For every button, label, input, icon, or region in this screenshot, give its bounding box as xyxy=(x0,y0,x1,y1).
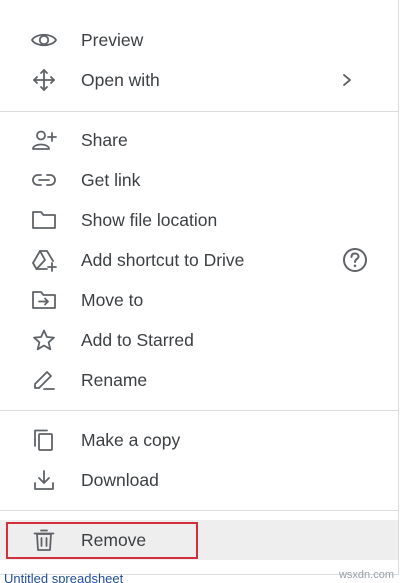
help-icon[interactable] xyxy=(342,247,368,273)
pencil-icon xyxy=(30,368,58,392)
menu-item-make-a-copy[interactable]: Make a copy xyxy=(0,420,398,460)
menu-item-label: Make a copy xyxy=(81,430,181,450)
eye-icon xyxy=(30,28,58,52)
divider xyxy=(0,410,398,411)
menu-item-rename[interactable]: Rename xyxy=(0,360,398,400)
menu-item-add-to-starred[interactable]: Add to Starred xyxy=(0,320,398,360)
menu-item-label: Preview xyxy=(81,30,144,50)
menu-item-download[interactable]: Download xyxy=(0,460,398,500)
divider xyxy=(0,111,398,112)
background-file-name: Untitled spreadsheet xyxy=(4,572,124,583)
menu-item-label: Open with xyxy=(81,70,160,90)
menu-item-remove[interactable]: Remove xyxy=(0,520,398,560)
menu-item-label: Download xyxy=(81,470,159,490)
folder-icon xyxy=(30,208,58,232)
divider xyxy=(0,510,398,511)
menu-item-label: Rename xyxy=(81,370,148,390)
menu-item-label: Add to Starred xyxy=(81,330,194,350)
copy-icon xyxy=(30,428,58,452)
menu-item-label: Show file location xyxy=(81,210,218,230)
trash-icon xyxy=(30,528,58,552)
drive-add-icon xyxy=(30,248,58,272)
menu-item-share[interactable]: Share xyxy=(0,120,398,160)
move-arrows-icon xyxy=(30,68,58,92)
context-menu: Preview Open with Share Get link Show fi… xyxy=(0,0,399,575)
menu-item-open-with[interactable]: Open with xyxy=(0,60,398,100)
download-icon xyxy=(30,468,58,492)
menu-item-add-shortcut[interactable]: Add shortcut to Drive xyxy=(0,240,398,280)
menu-item-label: Add shortcut to Drive xyxy=(81,250,245,270)
person-add-icon xyxy=(30,128,58,152)
chevron-right-icon xyxy=(343,74,351,86)
star-icon xyxy=(30,328,58,352)
menu-item-label: Move to xyxy=(81,290,144,310)
menu-item-get-link[interactable]: Get link xyxy=(0,160,398,200)
menu-item-label: Share xyxy=(81,130,128,150)
watermark: wsxdn.com xyxy=(338,569,394,581)
menu-item-label: Remove xyxy=(81,530,147,550)
menu-item-show-file-location[interactable]: Show file location xyxy=(0,200,398,240)
menu-item-preview[interactable]: Preview xyxy=(0,20,398,60)
link-icon xyxy=(30,168,58,192)
menu-item-move-to[interactable]: Move to xyxy=(0,280,398,320)
menu-item-label: Get link xyxy=(81,170,141,190)
folder-move-icon xyxy=(30,288,58,312)
